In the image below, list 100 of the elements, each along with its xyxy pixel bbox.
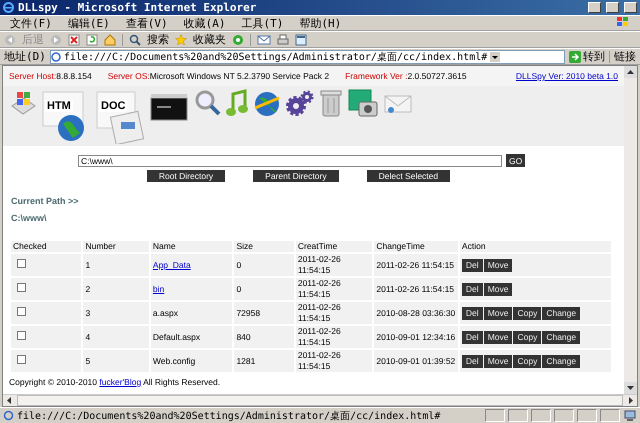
checkbox[interactable] — [17, 307, 26, 316]
action-button[interactable]: Move — [484, 354, 512, 368]
scrollbar-thumb[interactable] — [17, 395, 623, 406]
status-pane — [600, 409, 620, 422]
print-icon[interactable] — [277, 34, 289, 46]
checkbox[interactable] — [17, 259, 26, 268]
edit-icon[interactable] — [295, 34, 307, 46]
scroll-up-icon[interactable] — [624, 66, 637, 78]
table-cell: 0 — [234, 254, 294, 276]
action-button[interactable]: Root Directory — [146, 170, 226, 182]
version-link[interactable]: DLLSpy Ver: 2010 beta 1.0 — [516, 71, 618, 81]
column-header: Action — [460, 241, 611, 252]
links-button[interactable]: 链接 — [614, 49, 636, 64]
search-icon — [129, 34, 141, 46]
maximize-button[interactable] — [606, 2, 619, 13]
action-button[interactable]: Copy — [513, 330, 542, 344]
path-field[interactable]: C:\www\ — [78, 154, 502, 166]
ie-logo-icon — [3, 2, 14, 13]
table-cell: 2010-09-01 12:34:16 — [374, 326, 458, 348]
page-icon — [3, 410, 14, 422]
status-pane — [531, 409, 551, 422]
table-cell: 2011-02-26 11:54:15 — [374, 254, 458, 276]
refresh-icon[interactable] — [86, 34, 98, 46]
menu-item[interactable]: 帮助(H) — [293, 16, 348, 30]
action-button[interactable]: Copy — [513, 354, 542, 368]
table-cell: 2010-09-01 01:39:52 — [374, 350, 458, 372]
menu-item[interactable]: 查看(V) — [120, 16, 174, 30]
checkbox[interactable] — [17, 331, 26, 340]
computer-icon — [623, 410, 637, 422]
column-header: ChangeTime — [374, 241, 458, 252]
checkbox[interactable] — [17, 355, 26, 364]
column-header: Size — [234, 241, 294, 252]
address-field[interactable]: file:///C:/Documents%20and%20Settings/Administrator/桌面/cc/index.html# — [50, 50, 565, 64]
menu-item[interactable]: 编辑(E) — [62, 16, 116, 30]
action-button[interactable]: Move — [484, 330, 512, 344]
action-button[interactable]: Change — [542, 354, 580, 368]
action-button[interactable]: Del — [462, 282, 483, 296]
action-button[interactable]: Move — [484, 306, 512, 320]
column-header: Number — [83, 241, 149, 252]
action-button[interactable]: Del — [462, 354, 483, 368]
go-button[interactable]: GO — [506, 154, 526, 167]
checkbox[interactable] — [17, 283, 26, 292]
favorites-button[interactable]: 收藏夹 — [193, 32, 226, 47]
folder-link[interactable]: bin — [152, 284, 164, 294]
table-cell: 2011-02-26 11:54:15 — [296, 278, 372, 300]
home-icon[interactable] — [104, 34, 116, 46]
action-button[interactable]: Delect Selected — [366, 170, 450, 182]
media-icon[interactable] — [232, 34, 244, 46]
copyright-text: All Rights Reserved. — [143, 377, 220, 387]
search-button[interactable]: 搜索 — [147, 32, 169, 47]
action-button[interactable]: Change — [542, 306, 580, 320]
action-button[interactable]: Del — [462, 330, 483, 344]
action-button[interactable]: Parent Directory — [253, 170, 339, 182]
blog-link[interactable]: fucker'Blog — [99, 377, 142, 387]
menu-item[interactable]: 文件(F) — [4, 16, 58, 30]
action-button[interactable]: Change — [542, 330, 580, 344]
status-pane — [577, 409, 597, 422]
minimize-button[interactable] — [588, 2, 601, 13]
action-button[interactable]: Move — [484, 258, 512, 272]
action-button[interactable]: Copy — [513, 306, 542, 320]
table-cell: 2011-02-26 11:54:15 — [296, 254, 372, 276]
table-cell: 4 — [83, 326, 149, 348]
windows-logo-icon — [616, 16, 630, 28]
info-label: Server Host: — [9, 71, 56, 81]
info-value: 8.8.8.154 — [56, 71, 92, 81]
menu-item[interactable]: 收藏(A) — [178, 16, 232, 30]
table-cell: 2011-02-26 11:54:15 — [296, 302, 372, 324]
mail-icon[interactable] — [257, 34, 271, 46]
action-button[interactable]: Move — [484, 282, 512, 296]
go-button[interactable]: 转到 — [569, 49, 605, 64]
close-button[interactable] — [624, 2, 637, 13]
status-text: file:///C:/Documents%20and%20Settings/Administrator/桌面/cc/index.html# — [17, 410, 442, 423]
action-button[interactable]: Del — [462, 306, 483, 320]
current-path-label: Current Path >> — [11, 196, 80, 206]
table-cell: 72958 — [234, 302, 294, 324]
table-cell: 2011-02-26 11:54:15 — [374, 278, 458, 300]
info-value: Microsoft Windows NT 5.2.3790 Service Pack 2 — [150, 71, 330, 81]
status-pane — [554, 409, 574, 422]
action-button[interactable]: Del — [462, 258, 483, 272]
info-value: 2.0.50727.3615 — [407, 71, 467, 81]
dropdown-icon[interactable] — [490, 52, 500, 62]
stop-icon[interactable] — [68, 34, 80, 46]
table-cell: 840 — [234, 326, 294, 348]
table-cell: 5 — [83, 350, 149, 372]
status-pane — [485, 409, 505, 422]
window-title: DLLspy - Microsoft Internet Explorer — [18, 1, 258, 14]
file-name: Default.aspx — [152, 332, 200, 342]
column-header: Name — [150, 241, 232, 252]
address-label: 地址(D) — [4, 49, 46, 64]
table-cell: 2011-02-26 11:54:15 — [296, 326, 372, 348]
table-cell: 2 — [83, 278, 149, 300]
table-cell: 1 — [83, 254, 149, 276]
table-cell: 3 — [83, 302, 149, 324]
table-cell: 2011-02-26 11:54:15 — [296, 350, 372, 372]
back-icon — [4, 34, 16, 46]
table-cell: 1281 — [234, 350, 294, 372]
scroll-down-icon[interactable] — [624, 382, 637, 394]
copyright-text: Copyright © 2010-2010 — [9, 377, 98, 387]
column-header: Checked — [11, 241, 82, 252]
menu-item[interactable]: 工具(T) — [236, 16, 290, 30]
